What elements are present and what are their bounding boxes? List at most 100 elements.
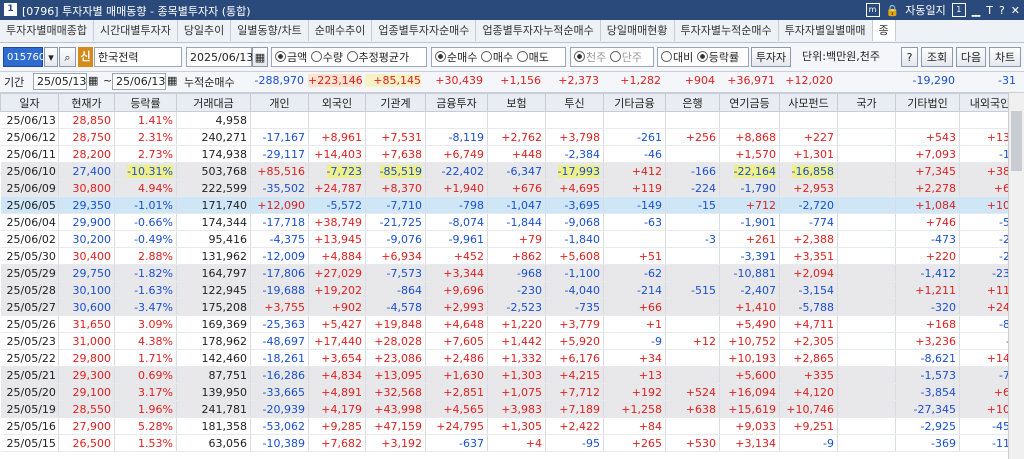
column-header[interactable]: 일자 <box>0 93 59 112</box>
radio-amount[interactable]: 금액 <box>275 51 307 64</box>
table-row[interactable]: 25/06/02 30,200 -0.49% 95,416 -4,375 +13,945-… <box>0 230 1021 248</box>
query-button[interactable]: 조회 <box>921 47 953 67</box>
table-row[interactable]: 25/05/29 29,750 -1.82% 164,797 -17,806 +27,02… <box>0 264 1021 282</box>
next-button[interactable]: 다음 <box>956 47 986 67</box>
help-icon[interactable]: ? <box>999 4 1005 17</box>
column-header[interactable]: 국가 <box>837 93 896 112</box>
lock-icon[interactable]: 🔒 <box>886 4 900 17</box>
table-row[interactable]: 25/05/22 29,800 1.71% 142,460 -18,261 +3,654 +… <box>0 349 1021 367</box>
table-cell: +9,033 <box>719 417 780 435</box>
table-cell: 25/05/20 <box>0 383 59 401</box>
table-cell: -3.47% <box>114 298 177 316</box>
table-cell: -3 <box>665 230 720 248</box>
table-cell: -53,062 <box>250 417 309 435</box>
table-cell <box>837 247 896 265</box>
table-row[interactable]: 25/05/28 30,100 -1.63% 122,945 -19,688 +19,20… <box>0 281 1021 299</box>
table-row[interactable]: 25/06/12 28,750 2.31% 240,271 -17,167 +8,961 +… <box>0 128 1021 146</box>
table-row[interactable]: 25/05/27 30,600 -3.47% 175,208 +3,755 +902 -4,… <box>0 298 1021 316</box>
column-header[interactable]: 현재가 <box>58 93 115 112</box>
window-number-icon: 1 <box>4 3 17 16</box>
table-cell: 25/05/28 <box>0 281 59 299</box>
calendar-from-icon[interactable]: ▦ <box>88 74 98 87</box>
column-header[interactable]: 기관계 <box>365 93 426 112</box>
radio-buy[interactable]: 매수 <box>480 51 513 64</box>
table-row[interactable]: 25/06/05 29,350 -1.01% 171,740 +12,090 -5,572… <box>0 196 1021 214</box>
radio-thousand-shares[interactable]: 천주 <box>574 51 606 64</box>
radio-compare[interactable]: 대비 <box>661 51 693 64</box>
calendar-icon[interactable]: ▦ <box>252 47 268 67</box>
radio-sell[interactable]: 매도 <box>516 51 549 64</box>
table-cell <box>665 247 720 265</box>
period-to-field[interactable]: 25/06/13 <box>112 73 166 90</box>
tab-4[interactable]: 순매수추이 <box>309 20 373 41</box>
stock-code-input[interactable]: 015760 <box>3 47 45 67</box>
table-cell: 29,750 <box>58 264 115 282</box>
table-row[interactable]: 25/06/13 28,850 1.41% 4,958 <box>0 111 1021 129</box>
tab-6[interactable]: 업종별투자자누적순매수 <box>476 20 601 41</box>
vertical-scrollbar[interactable] <box>1008 93 1024 459</box>
tab-7[interactable]: 당일매매현황 <box>601 20 675 41</box>
table-row[interactable]: 25/06/04 29,900 -0.66% 174,344 -17,718 +38,74… <box>0 213 1021 231</box>
column-header[interactable]: 외국인 <box>308 93 366 112</box>
table-row[interactable]: 25/05/21 29,300 0.69% 87,751 -16,286 +4,834 +1… <box>0 366 1021 384</box>
column-header[interactable]: 보험 <box>487 93 546 112</box>
font-icon[interactable]: T <box>986 4 993 17</box>
radio-change-rate[interactable]: 등락률 <box>696 51 739 64</box>
scrollbar-thumb[interactable] <box>1011 111 1022 171</box>
table-row[interactable]: 25/05/19 28,550 1.96% 241,781 -20,939 +4,179 +… <box>0 400 1021 418</box>
column-header[interactable]: 거래대금 <box>176 93 251 112</box>
column-header[interactable]: 등락률 <box>114 93 177 112</box>
column-header[interactable]: 투신 <box>545 93 604 112</box>
table-row[interactable]: 25/05/26 31,650 3.09% 169,369 -25,363 +5,427 +… <box>0 315 1021 333</box>
column-header[interactable]: 개인 <box>250 93 309 112</box>
copy-icon[interactable]: 1 <box>951 3 966 17</box>
table-row[interactable]: 25/06/11 28,200 2.73% 174,938 -29,117 +14,403… <box>0 145 1021 163</box>
radio-single-shares[interactable]: 단주 <box>609 51 642 64</box>
stock-name-field[interactable]: 한국전력 <box>94 47 182 67</box>
table-cell <box>779 111 838 129</box>
table-row[interactable]: 25/06/09 30,800 4.94% 222,599 -35,502 +24,787… <box>0 179 1021 197</box>
auto-lock-label[interactable]: 자동일지 <box>905 2 945 18</box>
code-dropdown-icon[interactable]: ▾ <box>44 47 58 67</box>
table-cell <box>665 111 720 129</box>
table-cell: +3,236 <box>895 332 960 350</box>
table-cell: 25/06/11 <box>0 145 59 163</box>
table-cell: +16,094 <box>719 383 780 401</box>
help-button[interactable]: ? <box>901 47 918 67</box>
tab-10[interactable]: 종 <box>872 20 896 41</box>
chart-button[interactable]: 차트 <box>989 47 1021 67</box>
minimize-icon[interactable]: ▁ <box>972 4 980 17</box>
tab-5[interactable]: 업종별투자자순매수 <box>372 20 477 41</box>
tab-1[interactable]: 시간대별투자자 <box>94 20 178 41</box>
m-icon[interactable]: m <box>865 3 880 17</box>
tab-3[interactable]: 일별동향/차트 <box>231 20 309 41</box>
tab-0[interactable]: 투자자별매매종합 <box>0 20 94 41</box>
column-header[interactable]: 사모펀드 <box>779 93 838 112</box>
radio-quantity[interactable]: 수량 <box>310 51 343 64</box>
table-row[interactable]: 25/05/23 31,000 4.38% 178,962 -48,697 +17,440… <box>0 332 1021 350</box>
search-icon[interactable]: ⌕ <box>59 47 76 67</box>
tab-2[interactable]: 당일추이 <box>178 20 232 41</box>
close-icon[interactable]: ✕ <box>1011 4 1020 17</box>
column-header[interactable]: 금융투자 <box>425 93 488 112</box>
calendar-to-icon[interactable]: ▦ <box>167 74 177 87</box>
table-row[interactable]: 25/05/16 27,900 5.28% 181,358 -53,062 +9,285 +… <box>0 417 1021 435</box>
column-header[interactable]: 은행 <box>665 93 720 112</box>
column-header[interactable]: 기타법인 <box>895 93 960 112</box>
date-field[interactable]: 2025/06/13 <box>186 47 253 67</box>
radio-net-buy[interactable]: 순매수 <box>435 51 477 64</box>
column-header[interactable]: 기타금융 <box>603 93 666 112</box>
table-row[interactable]: 25/05/15 26,500 1.53% 63,056 -10,389 +7,682 +3… <box>0 434 1021 452</box>
tab-8[interactable]: 투자자별누적순매수 <box>675 20 779 41</box>
period-from-field[interactable]: 25/05/13 <box>33 73 87 90</box>
table-row[interactable]: 25/05/20 29,100 3.17% 139,950 -33,665 +4,891 +… <box>0 383 1021 401</box>
investor-button[interactable]: 투자자 <box>751 47 791 67</box>
tab-9[interactable]: 투자자별일별매매 <box>779 20 873 41</box>
table-cell: -0.66% <box>114 213 177 231</box>
table-cell: 27,900 <box>58 417 115 435</box>
table-row[interactable]: 25/05/30 30,400 2.88% 131,962 -12,009 +4,884 +… <box>0 247 1021 265</box>
table-cell: -4,375 <box>250 230 309 248</box>
column-header[interactable]: 연기금등 <box>719 93 780 112</box>
radio-avg-price[interactable]: 추정평균가 <box>346 51 409 64</box>
table-row[interactable]: 25/06/10 27,400 -10.31% 503,768 +85,516 -7,72… <box>0 162 1021 180</box>
